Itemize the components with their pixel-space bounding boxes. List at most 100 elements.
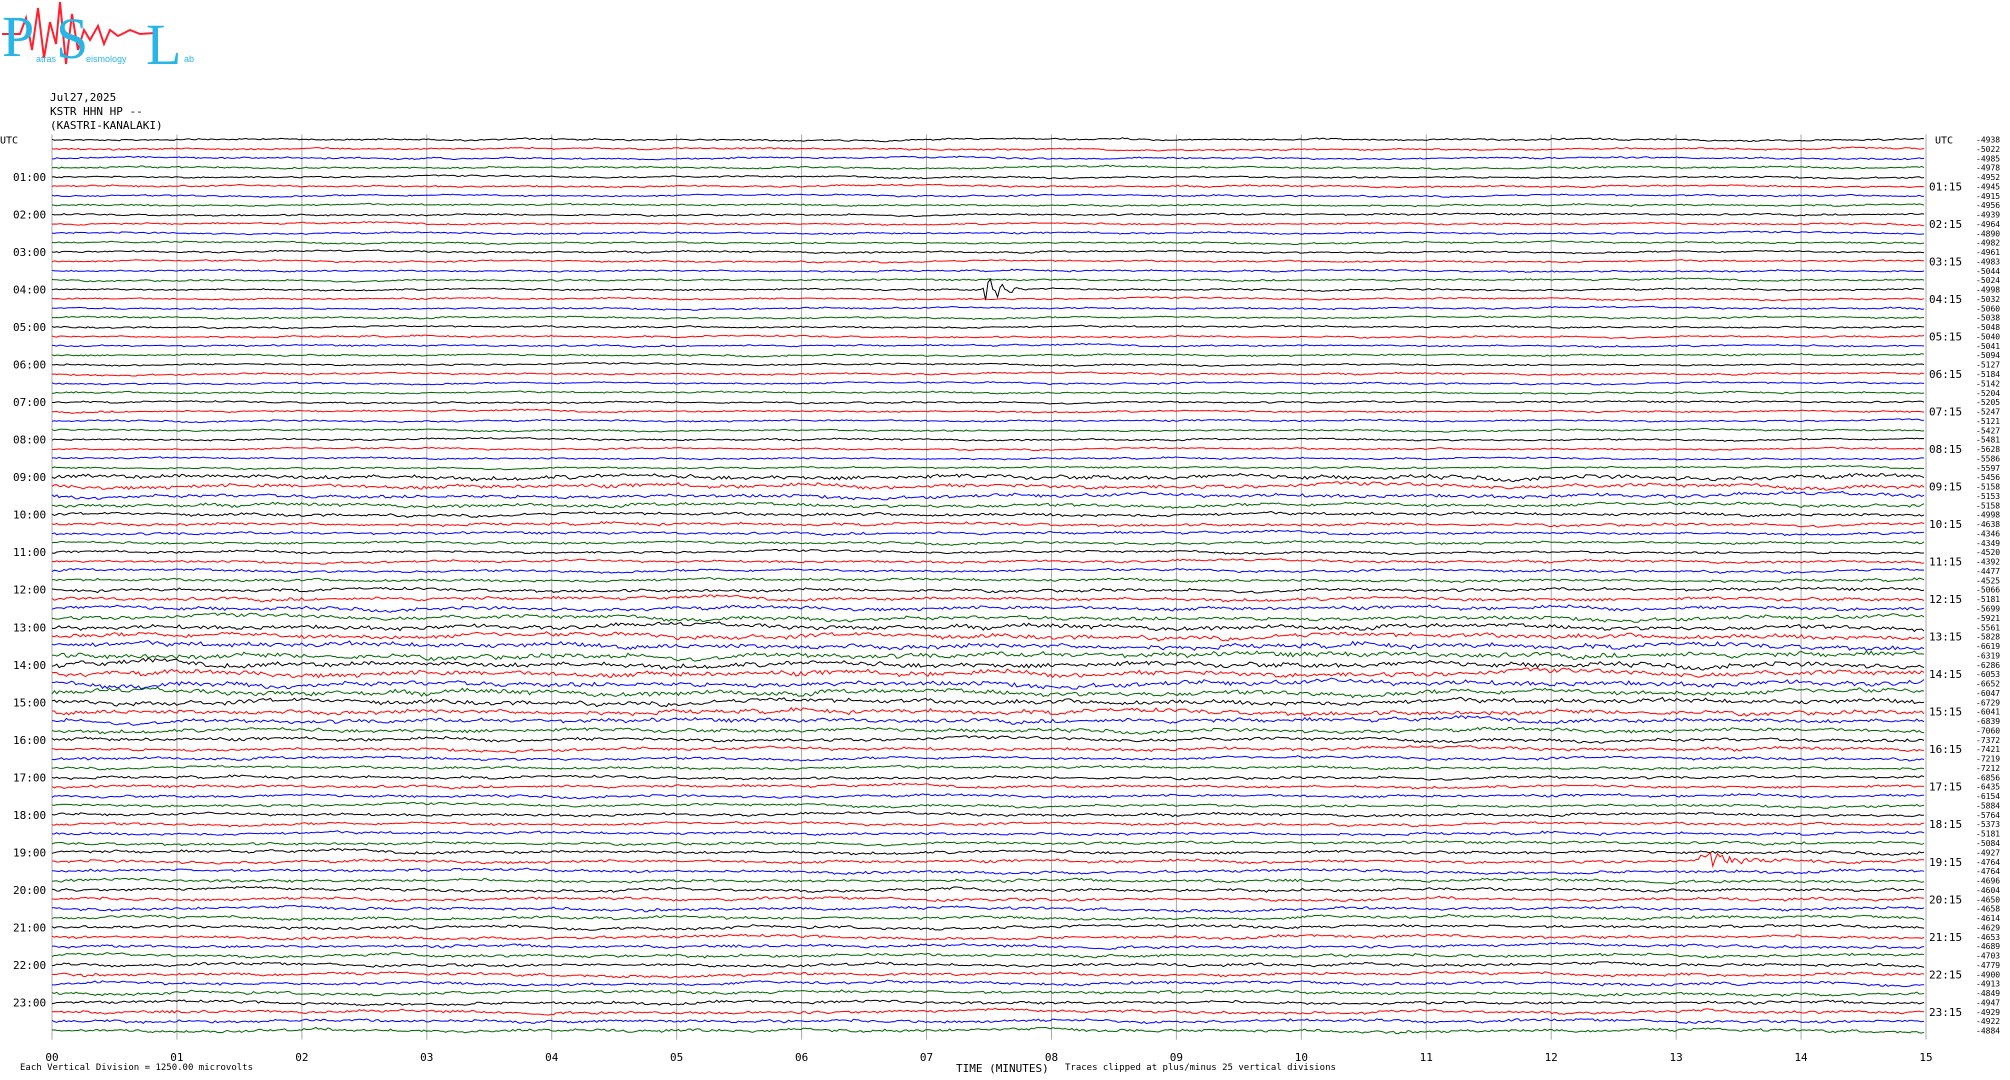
left-label-0300: 03:00 — [13, 246, 46, 259]
trace-31 — [51, 418, 1925, 424]
trace-78 — [52, 851, 1925, 869]
trace-offset-39: -5153 — [1976, 492, 2000, 501]
trace-13 — [51, 249, 1925, 255]
trace-45 — [51, 549, 1925, 555]
trace-offset-72: -5884 — [1976, 801, 2000, 810]
trace-offset-58: -6053 — [1976, 670, 2000, 679]
left-label-1600: 16:00 — [13, 734, 46, 747]
trace-29 — [52, 400, 1925, 405]
trace-3 — [52, 155, 1925, 161]
trace-offset-13: -4961 — [1976, 248, 2000, 257]
trace-63 — [51, 715, 1925, 726]
footer-vertical-division: Each Vertical Division = 1250.00 microvo… — [20, 1063, 253, 1073]
trace-48 — [51, 576, 1925, 584]
trace-61 — [51, 696, 1925, 708]
x-tick-label-07: 07 — [920, 1051, 933, 1064]
trace-91 — [51, 979, 1924, 988]
trace-offset-84: -4614 — [1976, 914, 2000, 923]
trace-offset-17: -4998 — [1976, 286, 2000, 295]
trace-offset-28: -5204 — [1976, 389, 2000, 398]
trace-18 — [51, 296, 1925, 302]
right-label-0315: 03:15 — [1929, 255, 1962, 268]
trace-offset-61: -6729 — [1976, 698, 2000, 707]
trace-offset-53: -5561 — [1976, 623, 2000, 632]
trace-90 — [51, 970, 1925, 979]
left-label-1000: 10:00 — [13, 509, 46, 522]
x-tick-label-06: 06 — [795, 1051, 808, 1064]
left-label-1200: 12:00 — [13, 584, 46, 597]
trace-8 — [51, 202, 1925, 208]
trace-65 — [51, 735, 1925, 744]
trace-offset-51: -5699 — [1976, 605, 2000, 614]
trace-83 — [51, 904, 1925, 913]
trace-offset-29: -5205 — [1976, 398, 2000, 407]
trace-37 — [51, 472, 1925, 483]
trace-offset-24: -5094 — [1976, 351, 2000, 360]
left-label-2200: 22:00 — [13, 959, 46, 972]
trace-offset-12: -4982 — [1976, 239, 2000, 248]
trace-offset-92: -4849 — [1976, 989, 2000, 998]
trace-68 — [51, 764, 1925, 771]
trace-offset-57: -6286 — [1976, 661, 2000, 670]
trace-offset-46: -4392 — [1976, 558, 2000, 567]
left-label-1900: 19:00 — [13, 846, 46, 859]
trace-offset-4: -4978 — [1976, 164, 2000, 173]
trace-offset-54: -5828 — [1976, 633, 2000, 642]
trace-86 — [51, 933, 1925, 941]
x-tick-label-13: 13 — [1670, 1051, 1683, 1064]
trace-offset-44: -4349 — [1976, 539, 2000, 548]
helicorder-svg: UTC UTC 01:00 02:00 03:00 04:00 05:00 06:00 07:0… — [0, 134, 2000, 1064]
right-label-1515: 15:15 — [1929, 706, 1962, 719]
trace-25 — [51, 362, 1925, 367]
left-label-0500: 05:00 — [13, 321, 46, 334]
left-label-0400: 04:00 — [13, 284, 46, 297]
trace-offset-40: -5158 — [1976, 501, 2000, 510]
x-tick-label-14: 14 — [1794, 1051, 1808, 1064]
trace-71 — [51, 793, 1924, 800]
trace-offset-70: -6435 — [1976, 783, 2000, 792]
trace-81 — [51, 885, 1925, 894]
trace-offset-90: -4900 — [1976, 970, 2000, 979]
trace-69 — [51, 774, 1925, 781]
trace-offset-26: -5184 — [1976, 370, 2000, 379]
trace-offset-5: -4952 — [1976, 173, 2000, 182]
trace-21 — [51, 324, 1925, 330]
helicorder-plot: UTC UTC 01:00 02:00 03:00 04:00 05:00 06:00 07:0… — [0, 0, 2010, 1080]
trace-offset-55: -6619 — [1976, 642, 2000, 651]
trace-87 — [51, 942, 1925, 950]
trace-offset-15: -5044 — [1976, 267, 2000, 276]
trace-offset-41: -4998 — [1976, 511, 2000, 520]
trace-74 — [51, 820, 1925, 828]
trace-9 — [51, 212, 1925, 218]
trace-35 — [52, 456, 1925, 461]
trace-76 — [51, 840, 1925, 847]
trace-23 — [51, 343, 1925, 348]
trace-70 — [51, 782, 1925, 790]
trace-offset-8: -4956 — [1976, 201, 2000, 210]
trace-offset-21: -5048 — [1976, 323, 2000, 332]
trace-offset-16: -5024 — [1976, 276, 2000, 285]
trace-28 — [51, 390, 1925, 395]
trace-offset-88: -4703 — [1976, 952, 2000, 961]
left-label-0900: 09:00 — [13, 471, 46, 484]
trace-57 — [51, 657, 1925, 671]
trace-59 — [51, 677, 1925, 690]
right-label-2215: 22:15 — [1929, 968, 1962, 981]
left-label-1100: 11:00 — [13, 546, 46, 559]
trace-offset-82: -4650 — [1976, 895, 2000, 904]
trace-53 — [51, 621, 1925, 633]
trace-11 — [51, 230, 1925, 236]
trace-offset-10: -4964 — [1976, 220, 2000, 229]
trace-79 — [51, 867, 1925, 875]
right-label-0115: 01:15 — [1929, 180, 1962, 193]
right-label-1815: 18:15 — [1929, 818, 1962, 831]
trace-6 — [51, 183, 1925, 189]
trace-34 — [51, 446, 1925, 452]
right-label-0515: 05:15 — [1929, 330, 1962, 343]
trace-offset-85: -4629 — [1976, 923, 2000, 932]
trace-82 — [51, 895, 1925, 903]
right-label-1115: 11:15 — [1929, 556, 1962, 569]
trace-39 — [51, 490, 1925, 501]
trace-offset-77: -4927 — [1976, 848, 2000, 857]
right-label-2015: 20:15 — [1929, 893, 1962, 906]
